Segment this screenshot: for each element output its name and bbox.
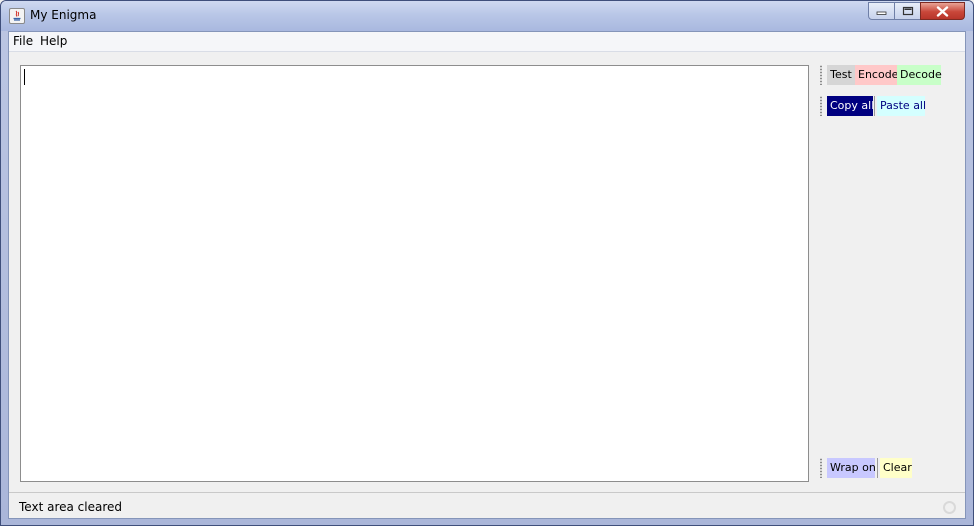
paste-all-button[interactable]: Paste all bbox=[877, 96, 926, 116]
window-controls bbox=[868, 2, 965, 22]
menu-file[interactable]: File bbox=[13, 34, 33, 48]
decode-button[interactable]: Decode bbox=[897, 65, 942, 85]
status-text: Text area cleared bbox=[19, 500, 122, 514]
maximize-button[interactable] bbox=[894, 2, 921, 20]
title-bar[interactable]: My Enigma bbox=[1, 1, 973, 31]
test-button[interactable]: Test bbox=[827, 65, 855, 85]
toolbar-separator bbox=[874, 96, 875, 116]
close-icon bbox=[936, 5, 949, 17]
app-window: My Enigma File Help Test Encode Decode C… bbox=[0, 0, 974, 526]
busy-indicator-icon bbox=[943, 501, 956, 514]
text-area[interactable] bbox=[20, 65, 809, 482]
minimize-button[interactable] bbox=[868, 2, 895, 20]
toolbar-separator bbox=[877, 458, 878, 478]
maximize-icon bbox=[902, 6, 913, 16]
menu-bar: File Help bbox=[9, 32, 965, 52]
text-caret bbox=[24, 69, 25, 85]
window-title: My Enigma bbox=[30, 8, 97, 22]
wrap-toggle-button[interactable]: Wrap on bbox=[827, 458, 876, 478]
menu-help[interactable]: Help bbox=[40, 34, 67, 48]
encode-button[interactable]: Encode bbox=[855, 65, 898, 85]
status-bar: Text area cleared bbox=[9, 492, 965, 519]
minimize-icon bbox=[876, 11, 887, 15]
copy-all-button[interactable]: Copy all bbox=[827, 96, 874, 116]
toolbar-grip-bottom[interactable] bbox=[820, 458, 822, 478]
clear-button[interactable]: Clear bbox=[880, 458, 912, 478]
client-area: File Help Test Encode Decode Copy all Pa… bbox=[8, 31, 966, 519]
close-button[interactable] bbox=[920, 2, 965, 20]
java-app-icon[interactable] bbox=[9, 8, 25, 24]
toolbar-grip-top[interactable] bbox=[820, 65, 822, 85]
toolbar-grip-clipboard[interactable] bbox=[820, 96, 822, 116]
